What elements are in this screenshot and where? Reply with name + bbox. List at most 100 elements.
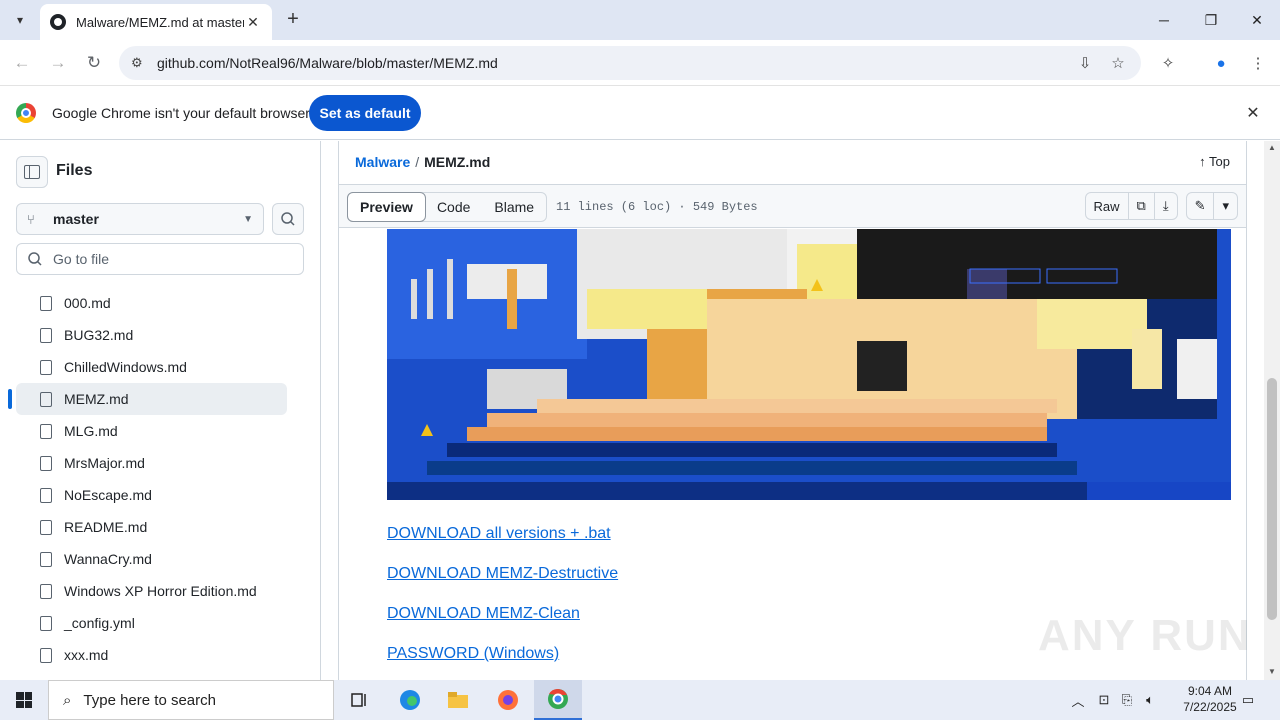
- forward-icon[interactable]: →: [46, 51, 70, 75]
- tab-blame[interactable]: Blame: [482, 193, 546, 221]
- notification-icon[interactable]: ▭: [1236, 680, 1260, 720]
- raw-button[interactable]: Raw: [1086, 193, 1128, 219]
- profile-icon[interactable]: ●: [1209, 51, 1233, 75]
- extensions-icon[interactable]: ✧: [1156, 51, 1180, 75]
- file-view: Malware / MEMZ.md ↑ Top Preview Code Blame…: [322, 141, 1264, 680]
- file-name: ChilledWindows.md: [64, 359, 187, 375]
- file-header: Preview Code Blame 11 lines (6 loc) · 54…: [339, 184, 1246, 228]
- browser-toolbar: ← → ↻ ⚙ github.com/NotReal96/Malware/blo…: [0, 40, 1280, 86]
- go-to-file-field[interactable]: [16, 243, 304, 275]
- tray-device-icon[interactable]: ⊡: [1094, 680, 1114, 720]
- file-item[interactable]: Windows XP Horror Edition.md: [16, 575, 287, 607]
- file-item[interactable]: ChilledWindows.md: [16, 351, 287, 383]
- go-to-file-input[interactable]: [53, 251, 283, 267]
- chrome-logo: [16, 103, 36, 123]
- tab-title: Malware/MEMZ.md at master · NotReal96/Ma…: [76, 14, 244, 30]
- download-destructive-link[interactable]: DOWNLOAD MEMZ-Destructive: [387, 565, 618, 605]
- reload-icon[interactable]: ↻: [82, 51, 106, 75]
- download-all-link[interactable]: DOWNLOAD all versions + .bat: [387, 525, 618, 565]
- taskbar-search[interactable]: ⌕ Type here to search: [48, 680, 334, 720]
- infobar-close-icon[interactable]: ✕: [1243, 103, 1263, 123]
- window-close-button[interactable]: ✕: [1234, 0, 1280, 40]
- site-info-icon[interactable]: ⚙: [131, 55, 151, 71]
- page-scrollbar[interactable]: ▲ ▼: [1264, 141, 1280, 680]
- infobar-text: Google Chrome isn't your default browser: [52, 105, 310, 121]
- file-item[interactable]: WannaCry.md: [16, 543, 287, 575]
- download-icon[interactable]: ⤓: [1153, 193, 1177, 219]
- browser-tab[interactable]: Malware/MEMZ.md at master · NotReal96/Ma…: [40, 4, 272, 40]
- file-icon: [40, 327, 52, 343]
- network-icon[interactable]: ⎘: [1117, 680, 1137, 720]
- branch-icon: ⑂: [27, 211, 35, 227]
- file-item-active[interactable]: MEMZ.md: [8, 383, 287, 415]
- star-icon[interactable]: ☆: [1106, 51, 1130, 75]
- file-box: Malware / MEMZ.md ↑ Top Preview Code Blame…: [338, 141, 1247, 680]
- download-clean-link[interactable]: DOWNLOAD MEMZ-Clean: [387, 605, 618, 645]
- file-icon: [40, 487, 52, 503]
- minimize-button[interactable]: ─: [1141, 0, 1187, 40]
- file-item[interactable]: 000.md: [16, 287, 287, 319]
- default-browser-infobar: Google Chrome isn't your default browser…: [0, 86, 1280, 140]
- caret-down-icon: ▼: [243, 213, 253, 225]
- explorer-icon[interactable]: [434, 680, 482, 720]
- back-icon[interactable]: ←: [10, 51, 34, 75]
- tab-preview[interactable]: Preview: [347, 192, 426, 222]
- file-item[interactable]: NoEscape.md: [16, 479, 287, 511]
- task-view-icon[interactable]: [336, 680, 384, 720]
- file-name: WannaCry.md: [64, 551, 152, 567]
- file-name: MEMZ.md: [64, 391, 129, 407]
- new-tab-button[interactable]: +: [281, 8, 305, 32]
- file-icon: [40, 295, 52, 311]
- file-item[interactable]: README.md: [16, 511, 287, 543]
- chrome-icon[interactable]: [534, 680, 582, 720]
- file-item[interactable]: MLG.md: [16, 415, 287, 447]
- copy-icon[interactable]: ⧉: [1127, 193, 1154, 219]
- address-bar[interactable]: ⚙ github.com/NotReal96/Malware/blob/mast…: [119, 46, 1141, 80]
- url-text[interactable]: github.com/NotReal96/Malware/blob/master…: [157, 55, 498, 71]
- file-name: README.md: [64, 519, 148, 535]
- file-meta: 11 lines (6 loc) · 549 Bytes: [556, 200, 758, 214]
- file-icon: [40, 359, 52, 375]
- file-item[interactable]: BUG32.md: [16, 319, 287, 351]
- firefox-icon[interactable]: [484, 680, 532, 720]
- file-icon: [40, 423, 52, 439]
- search-icon: [28, 252, 42, 266]
- file-item[interactable]: MrsMajor.md: [16, 447, 287, 479]
- file-icon: [40, 551, 52, 567]
- file-icon: [40, 519, 52, 535]
- sidebar-toggle-icon[interactable]: [16, 156, 48, 188]
- file-icon: [40, 615, 52, 631]
- branch-name: master: [53, 211, 99, 227]
- install-icon[interactable]: ⇩: [1073, 51, 1097, 75]
- top-label: Top: [1209, 154, 1230, 169]
- menu-icon[interactable]: ⋮: [1246, 51, 1270, 75]
- restore-button[interactable]: ❐: [1188, 0, 1234, 40]
- search-icon[interactable]: [272, 203, 304, 235]
- taskbar-clock[interactable]: 9:04 AM 7/22/2025: [1180, 683, 1240, 715]
- edge-icon[interactable]: [386, 680, 434, 720]
- top-link[interactable]: ↑ Top: [1199, 154, 1230, 169]
- file-name: _config.yml: [64, 615, 135, 631]
- tab-search-icon[interactable]: ▾: [8, 8, 32, 32]
- breadcrumb-repo-link[interactable]: Malware: [355, 154, 410, 170]
- branch-selector[interactable]: ⑂ master ▼: [16, 203, 264, 235]
- windows-start-icon[interactable]: [0, 680, 48, 720]
- breadcrumb-current-file: MEMZ.md: [424, 154, 491, 170]
- tab-close-icon[interactable]: ✕: [244, 14, 262, 31]
- file-name: MLG.md: [64, 423, 118, 439]
- tab-code[interactable]: Code: [425, 193, 482, 221]
- file-icon: [40, 647, 52, 663]
- set-default-button[interactable]: Set as default: [309, 95, 421, 131]
- download-links: DOWNLOAD all versions + .bat DOWNLOAD ME…: [387, 525, 618, 680]
- scroll-down-icon[interactable]: ▼: [1268, 667, 1276, 676]
- volume-icon[interactable]: 🔈︎: [1140, 680, 1160, 720]
- file-item[interactable]: xxx.md: [16, 639, 287, 671]
- scrollbar-thumb[interactable]: [1267, 378, 1277, 620]
- pencil-icon[interactable]: ✎: [1187, 193, 1214, 219]
- password-link[interactable]: PASSWORD (Windows): [387, 645, 618, 680]
- file-icon: [40, 583, 52, 599]
- chevron-down-icon[interactable]: ▾: [1213, 193, 1237, 219]
- tray-chevron-up-icon[interactable]: ︿: [1068, 680, 1088, 720]
- file-item[interactable]: _config.yml: [16, 607, 287, 639]
- scroll-up-icon[interactable]: ▲: [1268, 143, 1276, 152]
